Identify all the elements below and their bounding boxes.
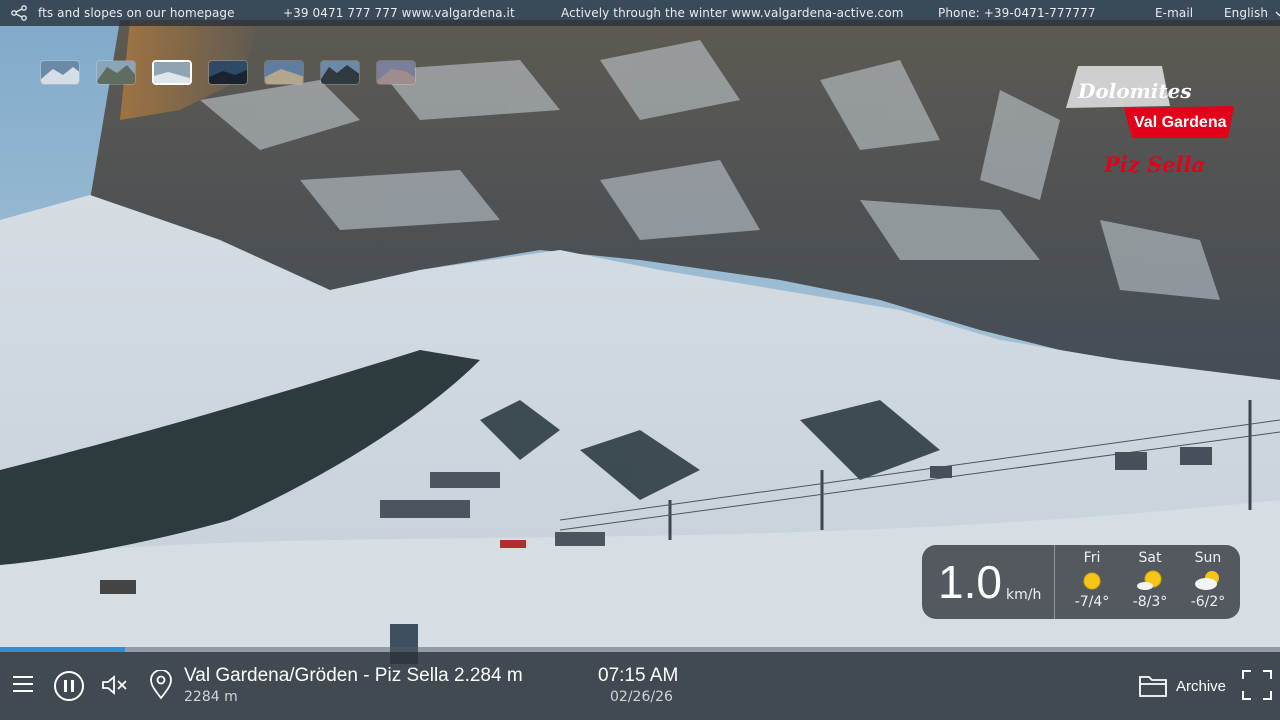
language-label: English <box>1224 6 1269 20</box>
ticker-text-1: fts and slopes on our homepage <box>38 6 235 20</box>
webcam-thumbnail-2[interactable] <box>96 60 136 85</box>
webcam-thumbnail-5[interactable] <box>264 60 304 85</box>
val-gardena-logo: Dolomites Val Gardena Piz Sella <box>1062 64 1242 184</box>
forecast-temp: -8/3° <box>1132 594 1168 610</box>
mute-icon[interactable] <box>101 674 129 700</box>
logo-text-piz-sella: Piz Sella <box>1103 152 1205 177</box>
player-controls: Val Gardena/Gröden - Piz Sella 2.284 m 2… <box>0 652 1280 720</box>
language-selector[interactable]: English <box>1224 6 1280 20</box>
wind-speed: 1.0 km/h <box>922 545 1055 619</box>
forecast-days: Fri -7/4° Sat -8/3° Sun -6/2° <box>1055 545 1240 619</box>
chevron-down-icon <box>1275 11 1280 16</box>
archive-button[interactable]: Archive <box>1176 678 1226 695</box>
ticker-text-2: +39 0471 777 777 www.valgardena.it <box>283 6 515 20</box>
sun-cloud-icon <box>1135 569 1165 591</box>
forecast-day: Fri -7/4° <box>1063 545 1121 619</box>
webcam-thumbnails <box>40 60 416 85</box>
capture-time: 07:15 AM <box>598 665 679 686</box>
top-info-bar: fts and slopes on our homepage +39 0471 … <box>0 0 1280 26</box>
fullscreen-icon[interactable] <box>1241 669 1273 705</box>
webcam-thumbnail-6[interactable] <box>320 60 360 85</box>
weather-widget: 1.0 km/h Fri -7/4° Sat -8/3° Sun -6/2° <box>922 545 1240 619</box>
sun-icon <box>1077 569 1107 591</box>
location-title: Val Gardena/Gröden - Piz Sella 2.284 m <box>184 665 523 686</box>
wind-unit: km/h <box>1006 587 1042 603</box>
ticker-text-3: Actively through the winter www.valgarde… <box>561 6 904 20</box>
forecast-temp: -7/4° <box>1074 594 1110 610</box>
cloud-sun-icon <box>1193 569 1223 591</box>
webcam-thumbnail-7[interactable] <box>376 60 416 85</box>
forecast-day: Sat -8/3° <box>1121 545 1179 619</box>
phone-text: Phone: +39-0471-777777 <box>938 6 1096 20</box>
share-icon[interactable] <box>10 5 28 21</box>
pause-icon[interactable] <box>53 670 85 706</box>
folder-icon[interactable] <box>1138 672 1168 702</box>
location-pin-icon <box>149 669 173 704</box>
webcam-thumbnail-1[interactable] <box>40 60 80 85</box>
location-altitude: 2284 m <box>184 689 238 705</box>
email-link[interactable]: E-mail <box>1155 6 1193 20</box>
forecast-day-name: Sat <box>1138 550 1162 566</box>
forecast-day: Sun -6/2° <box>1179 545 1237 619</box>
webcam-thumbnail-3[interactable] <box>152 60 192 85</box>
capture-date: 02/26/26 <box>610 689 673 705</box>
logo-text-val-gardena: Val Gardena <box>1134 114 1227 131</box>
webcam-thumbnail-4[interactable] <box>208 60 248 85</box>
forecast-day-name: Sun <box>1194 550 1222 566</box>
menu-icon[interactable] <box>12 674 34 698</box>
logo-text-dolomites: Dolomites <box>1077 79 1192 103</box>
wind-value: 1.0 <box>938 556 1002 608</box>
forecast-day-name: Fri <box>1083 550 1101 566</box>
forecast-temp: -6/2° <box>1190 594 1226 610</box>
